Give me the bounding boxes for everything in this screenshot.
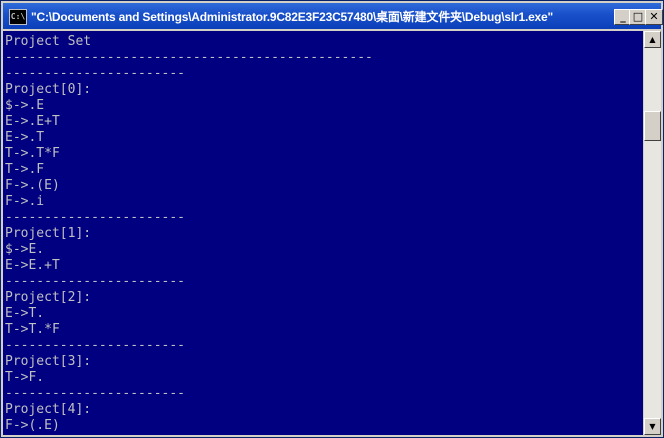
title-bar[interactable]: C:\ "C:\Documents and Settings\Administr… [3, 3, 663, 29]
console-line: Project[2]: [5, 290, 92, 305]
console-output[interactable]: Project Set -----------------------------… [3, 31, 643, 435]
console-line: F->(.E) [5, 418, 60, 433]
console-line: T->.T*F [5, 146, 60, 161]
scroll-up-button[interactable]: ▲ [644, 31, 661, 48]
console-app-icon[interactable]: C:\ [9, 9, 27, 25]
console-line: ----------------------- [5, 274, 186, 289]
console-line: T->T.*F [5, 322, 60, 337]
console-line: Project[3]: [5, 354, 92, 369]
console-line: T->.F [5, 162, 45, 177]
vertical-scrollbar[interactable]: ▲ ▼ [644, 31, 661, 435]
console-line: ----------------------- [5, 338, 186, 353]
console-line: E->.E+T [5, 114, 60, 129]
console-line: E->.T [5, 130, 45, 145]
console-line: Project[4]: [5, 402, 92, 417]
console-line: ----------------------------------------… [5, 50, 373, 65]
console-line: T->F. [5, 370, 45, 385]
console-line: E->E.+T [5, 258, 60, 273]
console-window: C:\ "C:\Documents and Settings\Administr… [0, 0, 664, 438]
console-line: $->E. [5, 242, 45, 257]
console-line: ----------------------- [5, 210, 186, 225]
console-lines: Project Set -----------------------------… [5, 34, 373, 434]
scroll-down-button[interactable]: ▼ [644, 418, 661, 435]
window-title: "C:\Documents and Settings\Administrator… [31, 10, 553, 24]
console-line: Project Set [5, 34, 92, 49]
console-line: Project[0]: [5, 82, 92, 97]
console-line: Project[1]: [5, 226, 92, 241]
console-line: $->.E [5, 98, 45, 113]
console-line: E->T. [5, 306, 45, 321]
scroll-thumb[interactable] [644, 111, 661, 141]
console-line: F->.i [5, 194, 45, 209]
console-line: ----------------------- [5, 66, 186, 81]
console-line: F->.(E) [5, 178, 60, 193]
console-line: ----------------------- [5, 386, 186, 401]
close-button[interactable]: ✕ [645, 9, 663, 25]
